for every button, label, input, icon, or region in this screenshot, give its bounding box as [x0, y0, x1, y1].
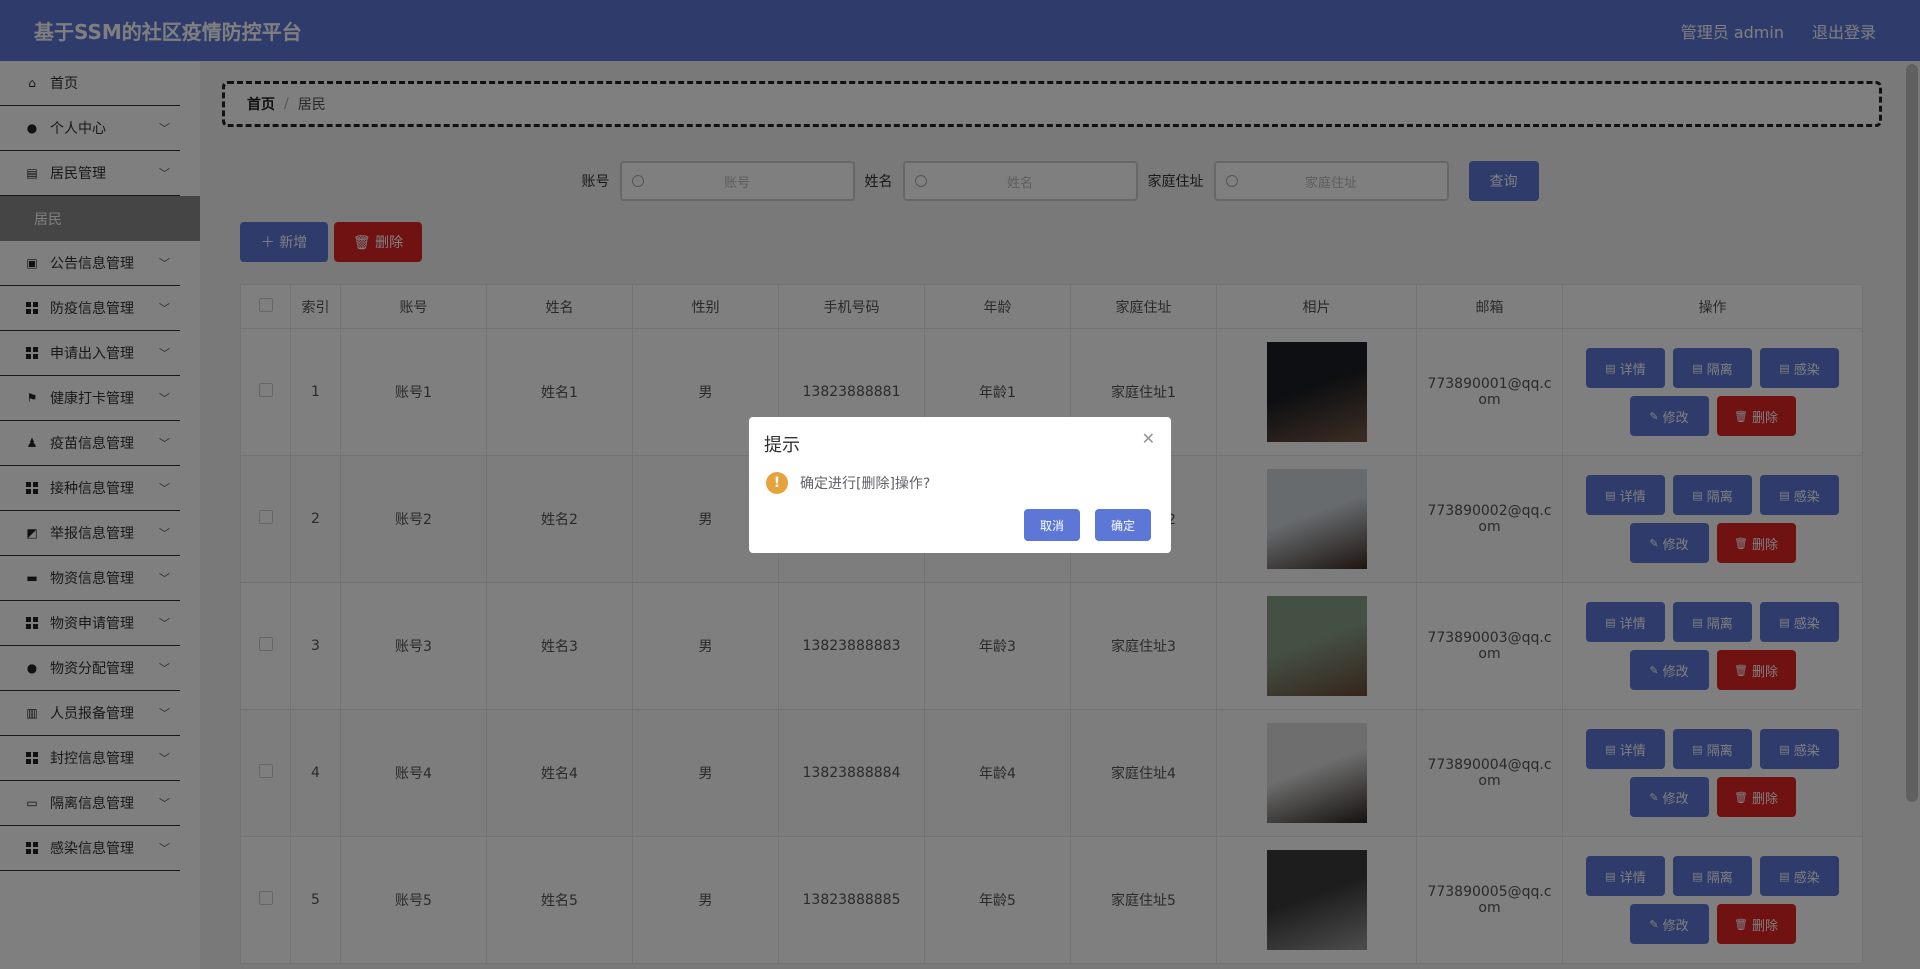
dialog-title: 提示: [764, 435, 800, 456]
dialog-message: 确定进行[删除]操作?: [800, 476, 931, 492]
warning-icon: !: [766, 472, 788, 494]
confirm-button[interactable]: 确定: [1095, 509, 1151, 541]
confirm-dialog: 提示 ✕ ! 确定进行[删除]操作? 取消 确定: [749, 417, 1171, 553]
close-icon[interactable]: ✕: [1142, 429, 1155, 448]
cancel-button[interactable]: 取消: [1024, 509, 1080, 541]
